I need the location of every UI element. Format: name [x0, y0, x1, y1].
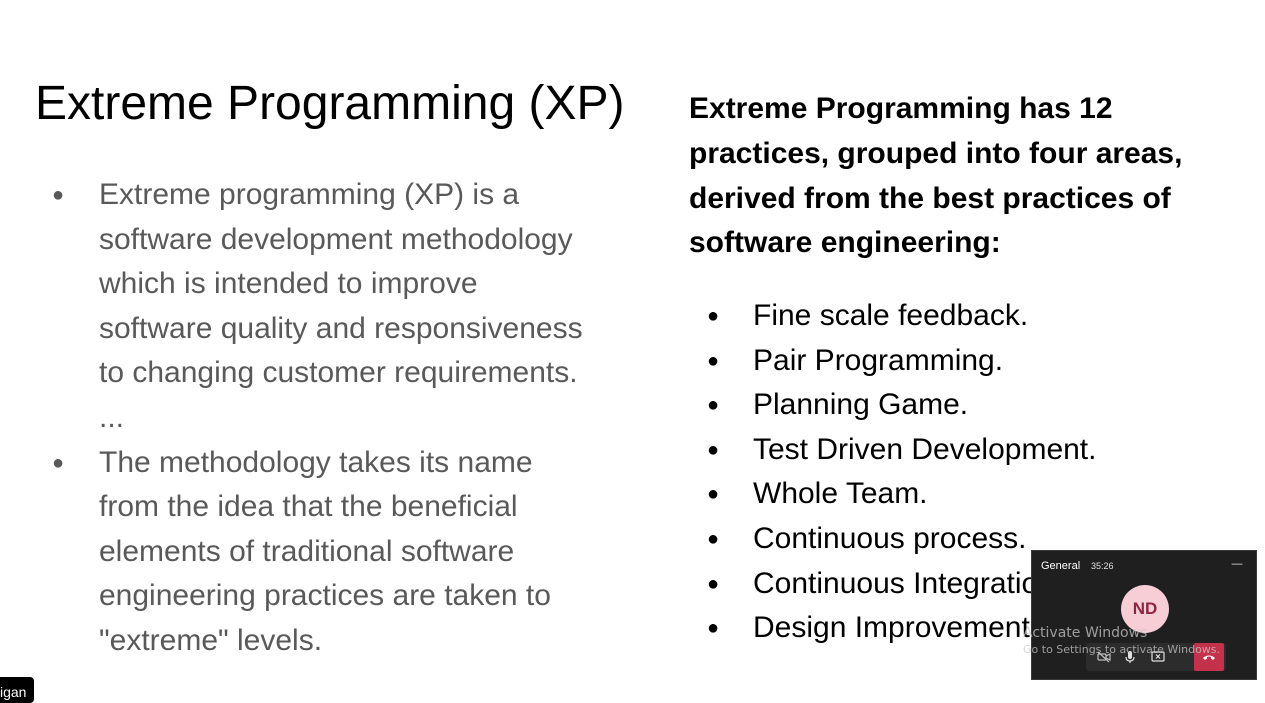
list-item-text: Extreme programming (XP) is a software d… [99, 178, 583, 434]
practice-text: Whole Team. [753, 477, 928, 511]
practices-heading: Extreme Programming has 12 practices, gr… [689, 92, 1183, 260]
microphone-icon [1125, 651, 1135, 663]
bullet-icon: ● [707, 305, 720, 327]
practice-text: Pair Programming. [753, 343, 1004, 377]
bullet-icon: ● [52, 451, 65, 474]
slide-title: Extreme Programming (XP) [35, 77, 625, 130]
list-item: ● Fine scale feedback. [705, 294, 1245, 339]
bullet-icon: ● [707, 572, 720, 595]
minimize-button[interactable]: — [1230, 557, 1244, 571]
list-item: ● Test Driven Development. [705, 428, 1245, 473]
bullet-icon: ● [707, 394, 720, 417]
share-button[interactable] [1144, 643, 1172, 671]
list-item: ● Whole Team. [705, 472, 1245, 517]
bullet-icon: ● [707, 349, 720, 372]
avatar: ND [1121, 585, 1169, 633]
list-item-text: The methodology takes its name from the … [99, 445, 551, 657]
video-off-icon [1097, 651, 1111, 663]
practice-text: Test Driven Development. [753, 432, 1097, 466]
list-item: ● Extreme programming (XP) is a software… [50, 173, 595, 441]
hang-up-icon [1203, 655, 1215, 660]
bullet-icon: ● [707, 438, 720, 461]
call-timer: 35:26 [1091, 561, 1114, 571]
bullet-icon: ● [707, 483, 720, 506]
call-channel-name: General [1041, 560, 1081, 572]
list-item: ● Pair Programming. [705, 339, 1245, 384]
bullet-icon: ● [707, 617, 720, 640]
practice-text: Continuous Integration. [753, 566, 1064, 600]
practice-text: Planning Game. [753, 388, 969, 422]
video-toggle-button[interactable] [1090, 643, 1118, 671]
list-item: ● The methodology takes its name from th… [50, 441, 595, 664]
call-mini-window[interactable]: General 35:26 — ND [1031, 550, 1257, 680]
practice-text: Continuous process. [753, 521, 1027, 555]
list-item: ● Planning Game. [705, 383, 1245, 428]
stop-share-icon [1151, 651, 1165, 662]
practice-text: Fine scale feedback. [753, 299, 1029, 332]
mute-button[interactable] [1116, 643, 1144, 671]
bullet-icon: ● [707, 527, 720, 550]
hang-up-button[interactable] [1194, 643, 1224, 671]
bullet-icon: ● [52, 184, 65, 206]
practice-text: Design Improvement. [753, 611, 1039, 645]
call-controls-bar [1086, 643, 1226, 671]
description-list: ● Extreme programming (XP) is a software… [50, 173, 595, 664]
presenter-name-tag: igan [0, 677, 35, 703]
